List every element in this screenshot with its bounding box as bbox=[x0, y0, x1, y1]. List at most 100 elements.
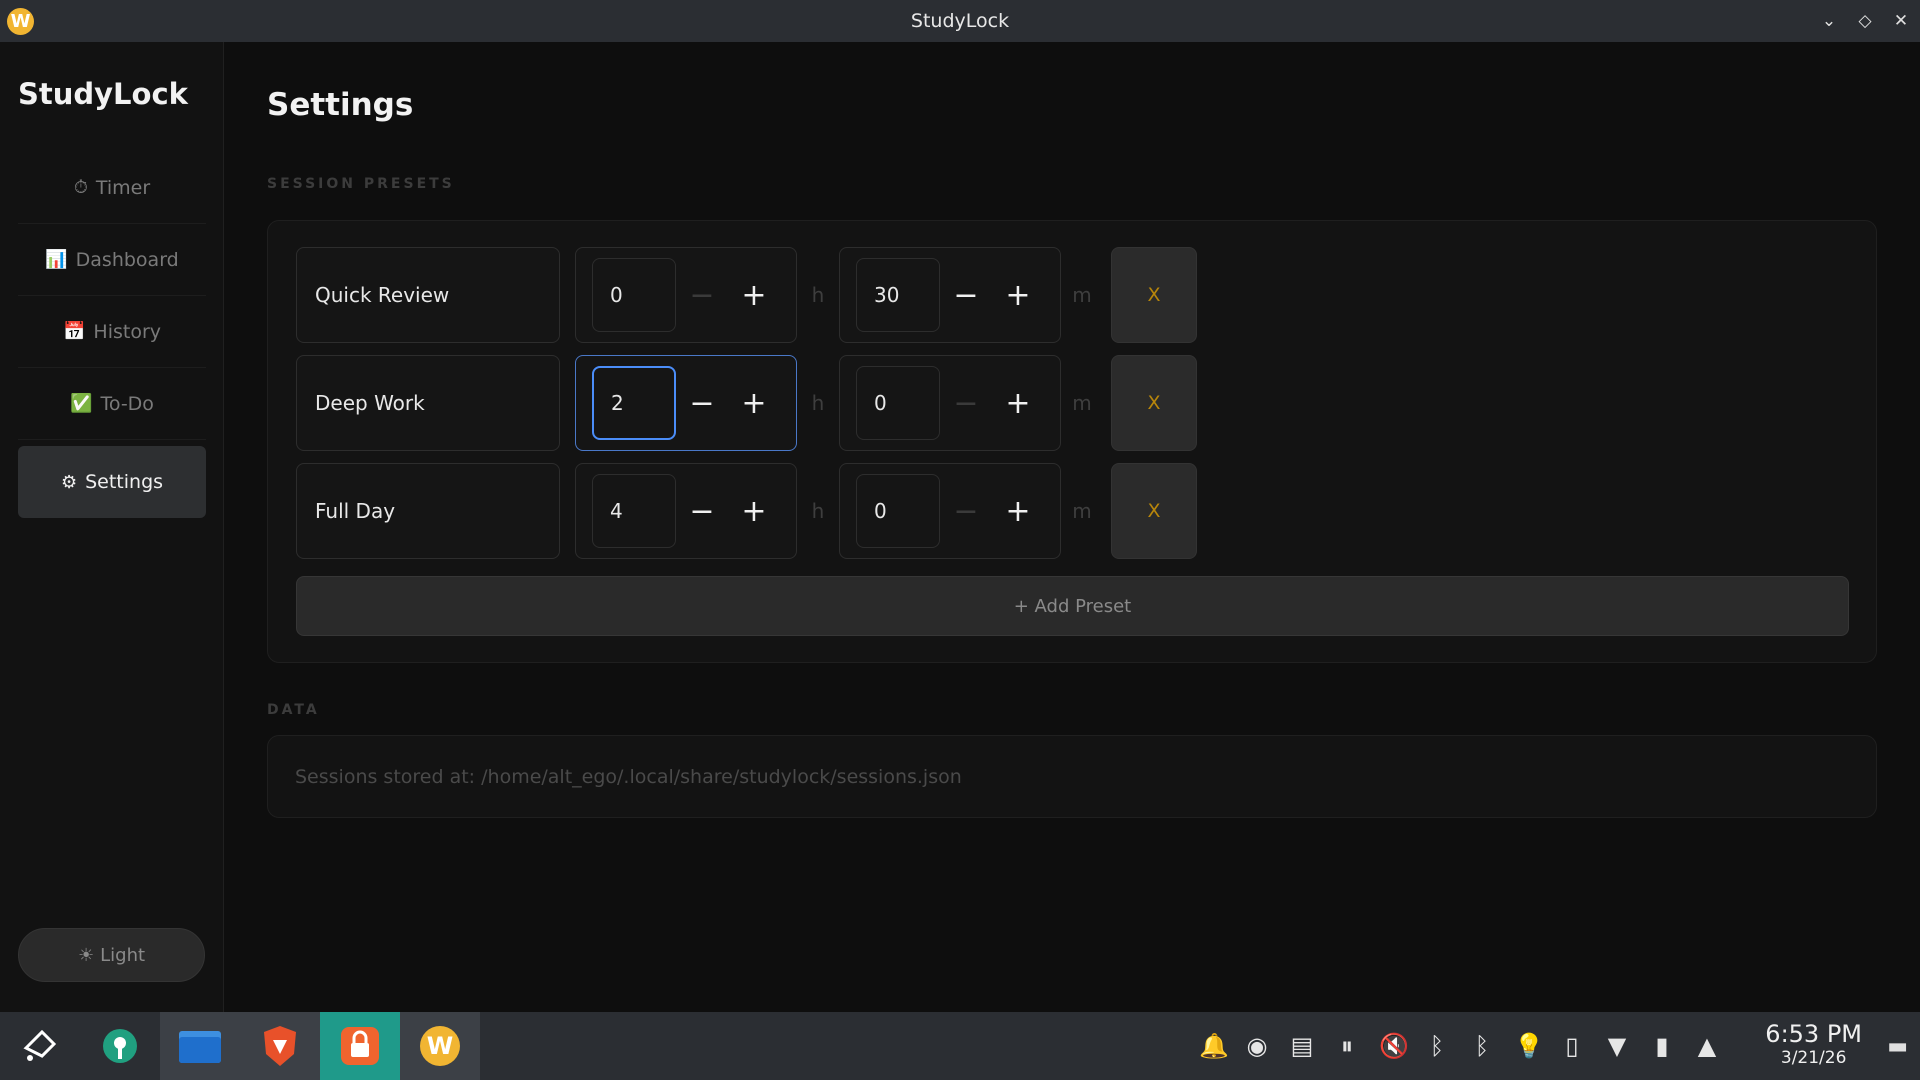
bluetooth-icon[interactable]: ᛒ bbox=[1424, 1032, 1450, 1060]
tray-expand-icon[interactable]: ▲ bbox=[1694, 1032, 1720, 1060]
taskbar-apps: W bbox=[0, 1012, 480, 1080]
lightbulb-icon[interactable]: 💡 bbox=[1514, 1032, 1544, 1060]
hours-decrement-button[interactable]: − bbox=[676, 485, 728, 537]
presets-card: Quick Review 0 − + h 30 − + m X Deep Wor… bbox=[267, 220, 1877, 663]
sessions-path-text: Sessions stored at: /home/alt_ego/.local… bbox=[267, 735, 1877, 818]
minutes-unit-label: m bbox=[1072, 283, 1092, 307]
delete-preset-button[interactable]: X bbox=[1111, 463, 1197, 559]
sidebar-item-label: Settings bbox=[85, 471, 164, 493]
page-title: Settings bbox=[267, 87, 414, 123]
preset-name-field[interactable]: Quick Review bbox=[296, 247, 560, 343]
hours-stepper: 2 − + bbox=[575, 355, 797, 451]
minutes-stepper: 30 − + bbox=[839, 247, 1061, 343]
theme-toggle-button[interactable]: ☀ Light bbox=[18, 928, 205, 982]
wifi-icon[interactable]: ▼ bbox=[1604, 1032, 1630, 1060]
sidebar-item-history[interactable]: 📅 History bbox=[18, 296, 206, 368]
minutes-unit-label: m bbox=[1072, 499, 1092, 523]
sidebar-item-label: To-Do bbox=[100, 392, 154, 415]
preset-row: Deep Work 2 − + h 0 − + m X bbox=[296, 355, 1197, 451]
studylock-app-icon[interactable]: W bbox=[400, 1012, 480, 1080]
system-settings-icon[interactable] bbox=[80, 1012, 160, 1080]
hours-increment-button[interactable]: + bbox=[728, 269, 780, 321]
sidebar-item-label: History bbox=[93, 320, 162, 343]
preset-row: Full Day 4 − + h 0 − + m X bbox=[296, 463, 1197, 559]
window-controls: ⌄ ◇ ✕ bbox=[1820, 0, 1910, 42]
main-content: Settings SESSION PRESETS Quick Review 0 … bbox=[225, 42, 1920, 1012]
delete-preset-button[interactable]: X bbox=[1111, 247, 1197, 343]
hours-input[interactable]: 2 bbox=[592, 366, 676, 440]
sidebar-nav: ⏱ Timer 📊 Dashboard 📅 History ✅ To-Do ⚙ … bbox=[18, 152, 206, 518]
app-icon: W bbox=[7, 8, 34, 35]
show-desktop-icon[interactable]: ▬ bbox=[1887, 1034, 1908, 1059]
pause-icon[interactable]: ⏸ bbox=[1334, 1032, 1360, 1060]
file-manager-icon[interactable] bbox=[160, 1012, 240, 1080]
hours-unit-label: h bbox=[811, 283, 825, 307]
clock-date: 3/21/26 bbox=[1780, 1048, 1847, 1068]
taskbar: W 🔔 ◉ ▤ ⏸ 🔇 ᛒ ᛒ 💡 ▯ ▼ ▮ ▲ 6:53 PM 3/21/2… bbox=[0, 1012, 1920, 1080]
hours-stepper: 0 − + bbox=[575, 247, 797, 343]
notification-bell-icon[interactable]: 🔔 bbox=[1199, 1032, 1229, 1060]
studylock-lock-icon[interactable] bbox=[320, 1012, 400, 1080]
hours-input[interactable]: 4 bbox=[592, 474, 676, 548]
data-section-label: DATA bbox=[267, 702, 320, 718]
minutes-increment-button[interactable]: + bbox=[992, 485, 1044, 537]
phone-icon[interactable]: ▯ bbox=[1559, 1032, 1585, 1060]
hours-stepper: 4 − + bbox=[575, 463, 797, 559]
minutes-input[interactable]: 30 bbox=[856, 258, 940, 332]
minutes-decrement-button[interactable]: − bbox=[940, 485, 992, 537]
steam-icon[interactable]: ◉ bbox=[1244, 1032, 1270, 1060]
system-tray: 🔔 ◉ ▤ ⏸ 🔇 ᛒ ᛒ 💡 ▯ ▼ ▮ ▲ bbox=[1199, 1012, 1720, 1080]
clock-time: 6:53 PM bbox=[1765, 1020, 1862, 1048]
launcher-icon[interactable] bbox=[0, 1012, 80, 1080]
theme-toggle-label: Light bbox=[100, 944, 146, 966]
window-title: StudyLock bbox=[910, 10, 1010, 32]
hours-decrement-button[interactable]: − bbox=[676, 269, 728, 321]
sidebar-item-dashboard[interactable]: 📊 Dashboard bbox=[18, 224, 206, 296]
clock[interactable]: 6:53 PM 3/21/26 bbox=[1765, 1020, 1862, 1068]
bluetooth-secondary-icon[interactable]: ᛒ bbox=[1469, 1032, 1495, 1060]
hours-unit-label: h bbox=[811, 391, 825, 415]
brave-browser-icon[interactable] bbox=[240, 1012, 320, 1080]
battery-icon[interactable]: ▮ bbox=[1649, 1032, 1675, 1060]
hours-increment-button[interactable]: + bbox=[728, 377, 780, 429]
hours-input[interactable]: 0 bbox=[592, 258, 676, 332]
close-icon[interactable]: ✕ bbox=[1892, 11, 1910, 31]
minutes-increment-button[interactable]: + bbox=[992, 269, 1044, 321]
minutes-decrement-button[interactable]: − bbox=[940, 377, 992, 429]
minutes-increment-button[interactable]: + bbox=[992, 377, 1044, 429]
volume-muted-icon[interactable]: 🔇 bbox=[1379, 1032, 1409, 1060]
timer-icon: ⏱ bbox=[73, 177, 88, 198]
delete-preset-button[interactable]: X bbox=[1111, 355, 1197, 451]
minutes-input[interactable]: 0 bbox=[856, 366, 940, 440]
chart-icon: 📊 bbox=[45, 249, 68, 270]
maximize-icon[interactable]: ◇ bbox=[1856, 11, 1874, 31]
svg-text:W: W bbox=[427, 1032, 453, 1060]
sidebar: StudyLock ⏱ Timer 📊 Dashboard 📅 History … bbox=[0, 42, 224, 1012]
hours-decrement-button[interactable]: − bbox=[676, 377, 728, 429]
brand-title: StudyLock bbox=[18, 77, 188, 111]
sidebar-item-timer[interactable]: ⏱ Timer bbox=[18, 152, 206, 224]
preset-name-field[interactable]: Deep Work bbox=[296, 355, 560, 451]
sidebar-item-label: Dashboard bbox=[75, 248, 179, 271]
hours-increment-button[interactable]: + bbox=[728, 485, 780, 537]
sidebar-item-settings[interactable]: ⚙ Settings bbox=[18, 446, 206, 518]
minutes-stepper: 0 − + bbox=[839, 355, 1061, 451]
minutes-decrement-button[interactable]: − bbox=[940, 269, 992, 321]
hours-unit-label: h bbox=[811, 499, 825, 523]
minutes-stepper: 0 − + bbox=[839, 463, 1061, 559]
session-presets-label: SESSION PRESETS bbox=[267, 176, 455, 192]
sun-icon: ☀ bbox=[77, 944, 95, 966]
minutes-input[interactable]: 0 bbox=[856, 474, 940, 548]
preset-name-field[interactable]: Full Day bbox=[296, 463, 560, 559]
sidebar-item-todo[interactable]: ✅ To-Do bbox=[18, 368, 206, 440]
calendar-icon: 📅 bbox=[62, 321, 86, 342]
clipboard-icon[interactable]: ▤ bbox=[1289, 1032, 1315, 1060]
minimize-icon[interactable]: ⌄ bbox=[1820, 11, 1838, 31]
preset-row: Quick Review 0 − + h 30 − + m X bbox=[296, 247, 1197, 343]
title-bar: W StudyLock ⌄ ◇ ✕ bbox=[0, 0, 1920, 42]
sidebar-item-label: Timer bbox=[95, 176, 151, 199]
gear-icon: ⚙ bbox=[60, 471, 78, 493]
add-preset-button[interactable]: + Add Preset bbox=[296, 576, 1849, 636]
minutes-unit-label: m bbox=[1072, 391, 1092, 415]
checkmark-icon: ✅ bbox=[70, 393, 93, 414]
